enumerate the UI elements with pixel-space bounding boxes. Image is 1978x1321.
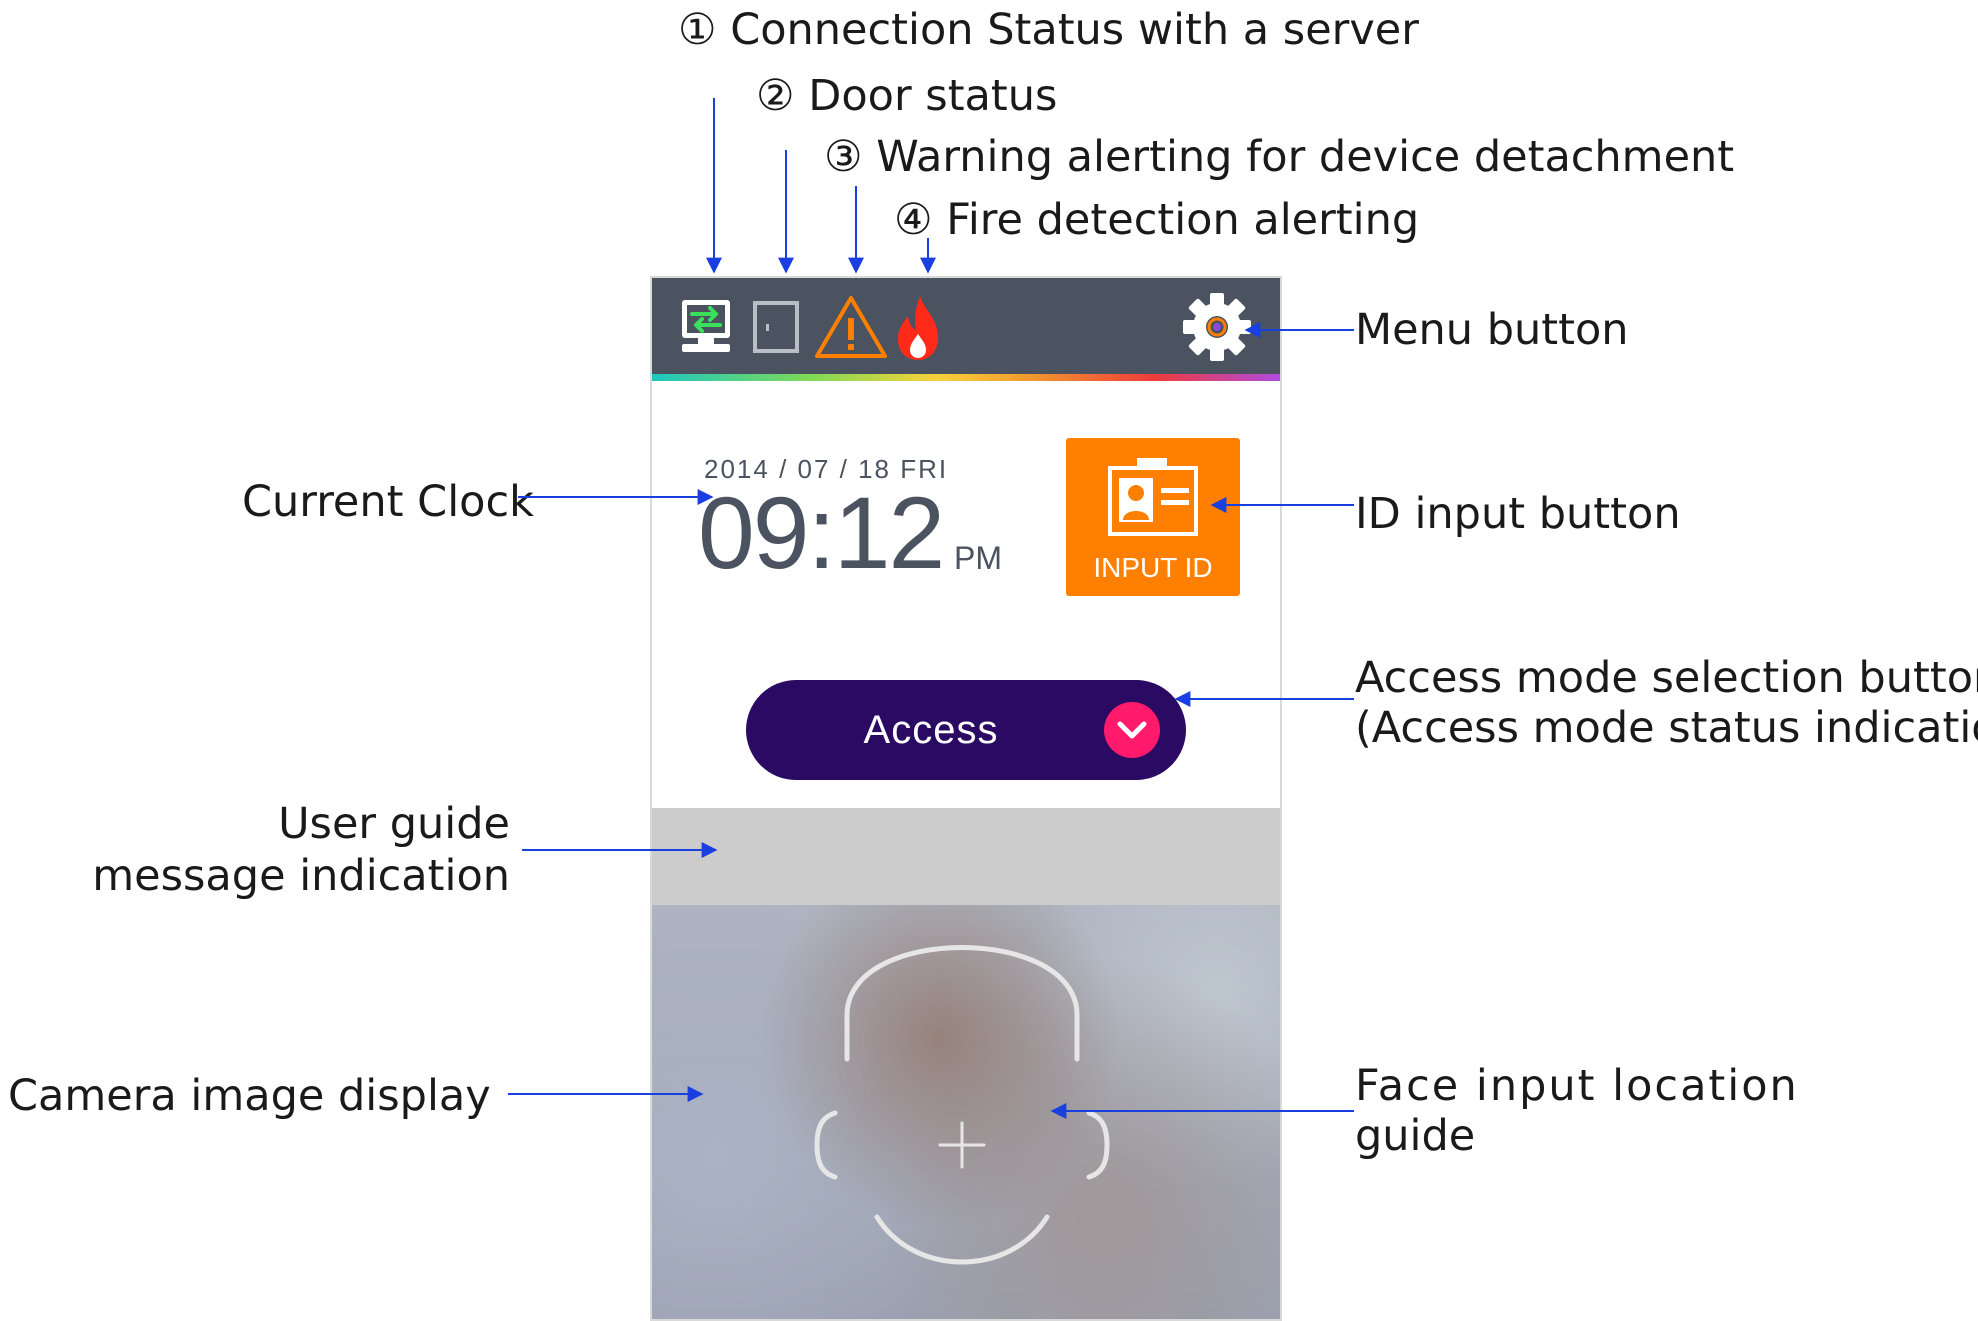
- warning-icon: [815, 296, 887, 358]
- annotation-access-mode-line2: (Access mode status indication): [1355, 703, 1978, 753]
- clock-ampm: PM: [954, 540, 1002, 576]
- face-location-guide: [814, 945, 1110, 1265]
- annotation-face-guide-line2: guide: [1355, 1111, 1476, 1161]
- camera-image-display: [652, 905, 1280, 1319]
- access-mode-button[interactable]: Access: [746, 680, 1186, 780]
- annotation-current-clock: Current Clock: [242, 477, 534, 527]
- door-icon: [753, 301, 799, 353]
- status-bar: [652, 278, 1280, 374]
- annotation-connection-status: ① Connection Status with a server: [678, 5, 1419, 55]
- annotation-menu-button: Menu button: [1355, 305, 1629, 355]
- annotation-id-input-button: ID input button: [1355, 489, 1681, 539]
- annotation-face-guide-line1: Face input location: [1355, 1061, 1799, 1111]
- annotation-warning-detachment: ③ Warning alerting for device detachment: [824, 132, 1735, 182]
- device-screen: 2014 / 07 / 18 FRI 09:12 PM INPUT ID Acc…: [650, 276, 1282, 1321]
- menu-button-gear-icon[interactable]: [1182, 292, 1252, 362]
- id-card-icon: [1108, 458, 1198, 536]
- clock-time: 09:12: [698, 476, 945, 590]
- access-mode-label: Access: [863, 708, 999, 752]
- fire-icon: [898, 296, 938, 360]
- user-guide-message-bar: [652, 808, 1280, 905]
- annotation-user-guide-line2: message indication: [92, 851, 510, 901]
- annotation-user-guide-line1: User guide: [278, 799, 510, 849]
- annotation-fire-detection: ④ Fire detection alerting: [894, 195, 1420, 245]
- status-bar-gradient-strip: [652, 374, 1280, 381]
- input-id-label: INPUT ID: [1093, 552, 1213, 583]
- annotation-camera-image: Camera image display: [8, 1071, 491, 1121]
- annotation-access-mode-line1: Access mode selection button: [1355, 653, 1978, 703]
- connection-icon: [682, 300, 730, 352]
- annotation-door-status: ② Door status: [756, 71, 1058, 121]
- chevron-down-icon: [1104, 702, 1160, 758]
- input-id-button[interactable]: INPUT ID: [1066, 438, 1240, 596]
